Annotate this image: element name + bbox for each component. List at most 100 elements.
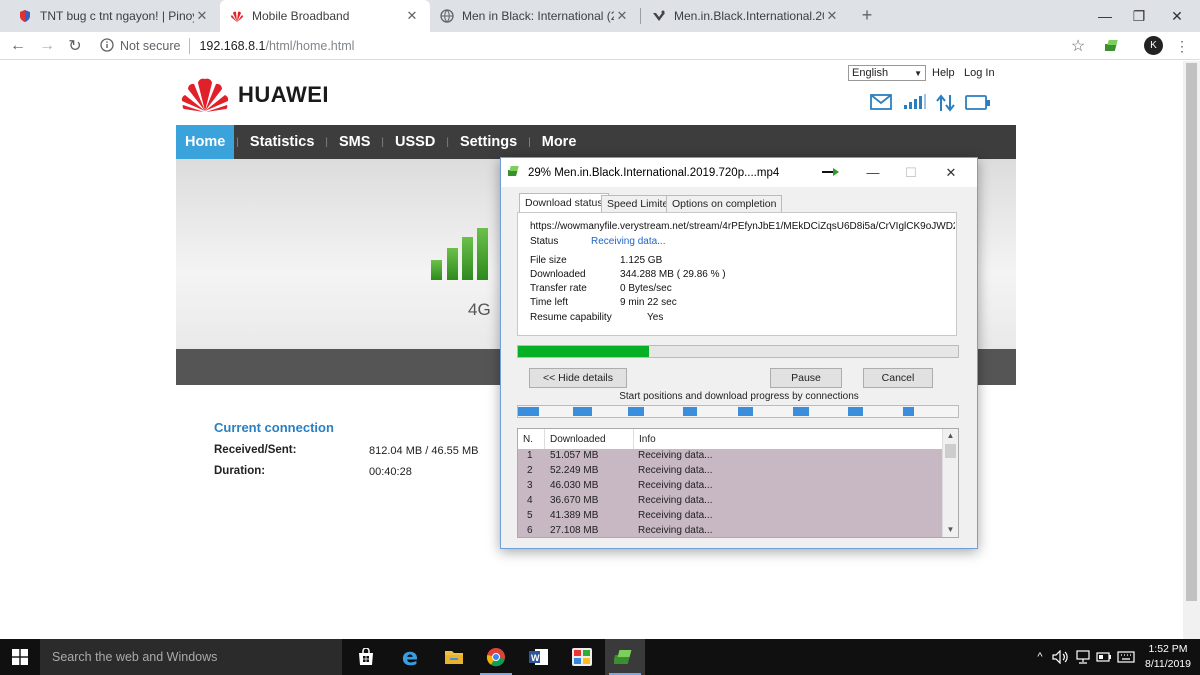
status-value: Receiving data... [591, 236, 666, 247]
connection-segment [848, 407, 863, 416]
message-envelope-icon[interactable] [870, 94, 894, 112]
word-icon[interactable]: W [519, 639, 559, 675]
tab-mobile-broadband[interactable]: Mobile Broadband ✕ [220, 0, 430, 32]
hide-details-button[interactable]: << Hide details [529, 368, 627, 388]
menu-home[interactable]: Home [176, 125, 235, 159]
pc-connection-icon [965, 94, 993, 112]
system-clock[interactable]: 1:52 PM 8/11/2019 [1138, 642, 1198, 672]
address-bar[interactable]: Not secure 192.168.8.1/html/home.html [100, 34, 1100, 58]
received-sent-value: 812.04 MB / 46.55 MB [369, 445, 479, 457]
store-icon[interactable] [346, 639, 386, 675]
show-hidden-icons-chevron-icon[interactable]: ^ [1030, 639, 1050, 675]
huawei-favicon-icon [230, 9, 244, 23]
column-header-info[interactable]: Info [634, 429, 942, 449]
profile-avatar[interactable]: K [1144, 36, 1163, 55]
new-tab-button[interactable]: + [856, 4, 878, 26]
tab-tnt-bug[interactable]: TNT bug c tnt ngayon! | Pinoy Int ✕ [8, 0, 220, 32]
dropdown-arrow-icon: ▼ [914, 68, 922, 78]
battery-icon[interactable] [1094, 639, 1114, 675]
table-row[interactable]: 2 52.249 MB Receiving data... [518, 464, 942, 479]
menu-more[interactable]: More [533, 125, 586, 159]
network-icon[interactable] [1072, 639, 1094, 675]
menu-settings[interactable]: Settings [451, 125, 526, 159]
connection-segment [793, 407, 809, 416]
column-header-n[interactable]: N. [518, 429, 545, 449]
taskbar-search-box[interactable]: Search the web and Windows [40, 639, 342, 675]
dialog-titlebar[interactable]: 29% Men.in.Black.International.2019.720p… [501, 158, 977, 187]
clock-time: 1:52 PM [1148, 643, 1188, 655]
scroll-down-icon[interactable]: ▼ [943, 523, 958, 537]
connection-segment [518, 407, 539, 416]
maximize-dialog-icon[interactable]: ☐ [893, 158, 929, 187]
tab-options-on-completion[interactable]: Options on completion [666, 195, 783, 213]
svg-text:W: W [531, 653, 540, 663]
language-value: English [852, 67, 889, 79]
help-link[interactable]: Help [932, 67, 955, 79]
windows-start-icon[interactable] [0, 639, 40, 675]
stream-favicon-icon [652, 9, 666, 23]
file-size-label: File size [530, 255, 567, 266]
duration-label: Duration: [214, 465, 266, 477]
minimize-dialog-icon[interactable]: — [855, 158, 891, 187]
connection-segment [573, 407, 592, 416]
file-explorer-icon[interactable] [434, 639, 474, 675]
download-url: https://wowmanyfile.verystream.net/strea… [530, 221, 955, 232]
close-tab-icon[interactable]: ✕ [824, 8, 840, 24]
data-transfer-arrows-icon [936, 94, 960, 112]
chrome-icon[interactable] [476, 639, 516, 675]
info-icon[interactable] [100, 37, 114, 55]
forward-arrow-icon[interactable]: → [37, 36, 57, 56]
back-arrow-icon[interactable]: ← [8, 36, 28, 56]
idm-download-dialog: 29% Men.in.Black.International.2019.720p… [500, 157, 978, 549]
close-tab-icon[interactable]: ✕ [194, 8, 210, 24]
bookmark-star-icon[interactable]: ☆ [1068, 36, 1088, 56]
received-sent-label: Received/Sent: [214, 444, 297, 456]
pause-button[interactable]: Pause [770, 368, 842, 388]
close-dialog-icon[interactable]: ✕ [933, 158, 969, 187]
browser-toolbar: ← → ↻ Not secure 192.168.8.1/html/home.h… [0, 32, 1200, 60]
edge-browser-icon[interactable]: e [390, 639, 430, 675]
column-header-downloaded[interactable]: Downloaded [545, 429, 634, 449]
shield-favicon-icon [18, 9, 32, 23]
table-row[interactable]: 6 27.108 MB Receiving data... [518, 524, 942, 537]
list-scrollbar[interactable]: ▲ ▼ [942, 429, 958, 537]
close-tab-icon[interactable]: ✕ [404, 8, 420, 24]
page-scrollbar[interactable] [1183, 61, 1200, 639]
menu-sms[interactable]: SMS [330, 125, 379, 159]
table-row[interactable]: 4 36.670 MB Receiving data... [518, 494, 942, 509]
downloaded-label: Downloaded [530, 269, 586, 280]
tab-men-in-black-1[interactable]: Men in Black: International (2019 ✕ [430, 0, 640, 32]
security-label: Not secure [120, 39, 181, 53]
windows-taskbar: Search the web and Windows e W ^ 1:52 PM… [0, 639, 1200, 675]
reload-icon[interactable]: ↻ [65, 36, 85, 56]
language-select[interactable]: English ▼ [848, 65, 926, 81]
menu-statistics[interactable]: Statistics [241, 125, 323, 159]
url-path: /html/home.html [265, 39, 355, 53]
idm-taskbar-icon[interactable] [605, 639, 645, 675]
file-size-value: 1.125 GB [620, 255, 663, 266]
login-link[interactable]: Log In [964, 67, 995, 79]
close-tab-icon[interactable]: ✕ [614, 8, 630, 24]
connection-segment [738, 407, 753, 416]
cancel-button[interactable]: Cancel [863, 368, 933, 388]
current-connection-title: Current connection [214, 420, 334, 435]
connections-list: N. Downloaded Info 1 51.057 MB Receiving… [517, 428, 959, 538]
chrome-menu-icon[interactable]: ⋮ [1172, 36, 1192, 56]
table-row[interactable]: 1 51.057 MB Receiving data... [518, 449, 942, 464]
idm-extension-icon[interactable] [1103, 36, 1123, 56]
browser-tab-strip: TNT bug c tnt ngayon! | Pinoy Int ✕ Mobi… [0, 0, 1200, 32]
tab-men-in-black-2[interactable]: Men.in.Black.International.2019.7 ✕ [642, 0, 850, 32]
brand-name: HUAWEI [238, 82, 329, 107]
scroll-up-icon[interactable]: ▲ [943, 429, 958, 443]
keyboard-icon[interactable] [1114, 639, 1138, 675]
volume-icon[interactable] [1050, 639, 1072, 675]
download-status-panel: https://wowmanyfile.verystream.net/strea… [517, 212, 957, 336]
table-row[interactable]: 5 41.389 MB Receiving data... [518, 509, 942, 524]
table-row[interactable]: 3 46.030 MB Receiving data... [518, 479, 942, 494]
connections-progress-bar [517, 405, 959, 418]
close-window-icon[interactable]: ✕ [1154, 0, 1200, 32]
menu-ussd[interactable]: USSD [386, 125, 444, 159]
tab-download-status[interactable]: Download status [519, 193, 609, 213]
signal-bar-1 [431, 260, 442, 280]
media-app-icon[interactable] [562, 639, 602, 675]
